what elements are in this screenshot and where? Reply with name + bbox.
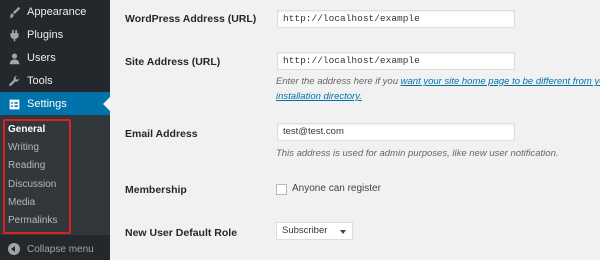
highlight-annotation [3,119,71,234]
collapse-icon [8,243,20,255]
settings-icon [7,97,21,111]
menu-label: Tools [27,75,53,87]
site-address-help-link[interactable]: want your site home page to be different… [401,76,600,87]
menu-label: Settings [27,98,67,110]
menu-item-tools[interactable]: Tools [0,69,110,93]
menu-item-appearance[interactable]: Appearance [0,0,110,24]
anyone-can-register-label[interactable]: Anyone can register [292,183,381,194]
wp-address-label: WordPress Address (URL) [125,13,257,25]
site-address-label: Site Address (URL) [125,56,221,68]
membership-label: Membership [125,184,187,196]
wp-address-input[interactable]: http://localhost/example [277,10,515,28]
users-icon [7,51,21,65]
menu-label: Appearance [27,6,87,18]
default-role-value: Subscriber [282,225,328,236]
default-role-label: New User Default Role [125,227,238,239]
menu-item-plugins[interactable]: Plugins [0,23,110,47]
menu-label: Plugins [27,29,64,41]
brush-icon [7,5,21,19]
collapse-menu-button[interactable]: Collapse menu [0,239,110,259]
site-address-desc-text: Enter the address here if you [276,76,401,87]
site-address-help-link-cont[interactable]: installation directory. [276,91,362,102]
chevron-down-icon [340,230,346,234]
admin-sidebar: Appearance Plugins Users Tools Settings … [0,0,110,260]
anyone-can-register-checkbox[interactable] [276,184,287,195]
site-address-description: Enter the address here if you want your … [276,76,600,87]
plug-icon [7,28,21,42]
menu-label: Users [27,52,56,64]
default-role-select[interactable]: Subscriber [276,222,353,240]
menu-item-settings[interactable]: Settings [0,92,110,116]
collapse-label: Collapse menu [27,243,94,255]
email-description: This address is used for admin purposes,… [276,148,559,159]
site-address-description-line2: installation directory. [276,91,362,102]
site-address-input[interactable]: http://localhost/example [277,52,515,70]
email-input[interactable]: test@test.com [277,123,515,141]
menu-item-users[interactable]: Users [0,46,110,70]
wrench-icon [7,74,21,88]
email-label: Email Address [125,128,198,140]
